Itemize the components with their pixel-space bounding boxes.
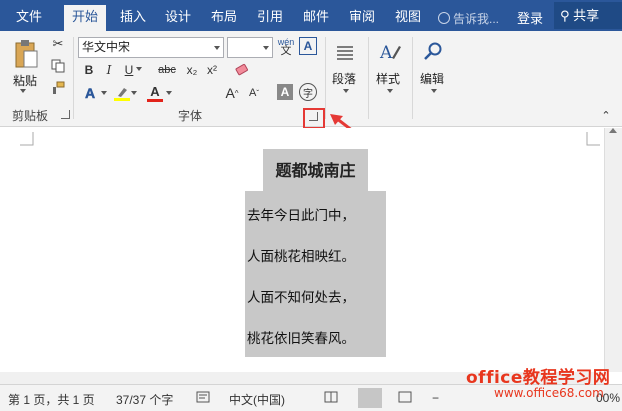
- highlight-color-icon[interactable]: [113, 83, 131, 103]
- annotation-highlight-box: [303, 108, 325, 129]
- margin-corner-mark: [20, 132, 34, 146]
- divider: [368, 37, 369, 119]
- strikethrough-button[interactable]: abc: [155, 61, 179, 79]
- font-name-combobox[interactable]: 华文中宋: [78, 37, 224, 58]
- font-color-dropdown[interactable]: [166, 91, 172, 95]
- font-color-label: A: [150, 83, 160, 99]
- grow-font-button[interactable]: A ^: [223, 83, 241, 103]
- divider: [325, 37, 326, 119]
- proofing-icon[interactable]: [196, 391, 210, 406]
- vertical-scrollbar[interactable]: [604, 128, 622, 372]
- character-shading-button[interactable]: A: [277, 84, 293, 100]
- page-count[interactable]: 第 1 页，共 1 页: [8, 391, 95, 408]
- scroll-up-icon[interactable]: [609, 128, 617, 133]
- phonetic-guide-icon: 文: [280, 45, 292, 57]
- poem-line: 人面不知何处去，: [247, 290, 355, 306]
- tab-review[interactable]: 审阅: [341, 6, 383, 31]
- superscript-button[interactable]: x²: [203, 61, 221, 79]
- tab-file[interactable]: 文件: [8, 6, 50, 31]
- highlight-dropdown[interactable]: [131, 91, 137, 95]
- editing-dropdown[interactable]: [431, 89, 437, 93]
- ribbon-tab-bar: 文件 开始 插入 设计 布局 引用 邮件 审阅 视图 告诉我... 登录 ⚲ 共…: [0, 0, 622, 31]
- styles-icon[interactable]: A: [375, 37, 405, 67]
- share-button[interactable]: ⚲ 共享: [554, 2, 622, 29]
- watermark-url: www.office68.com: [494, 386, 604, 400]
- poem-line: 桃花依旧笑春风。: [247, 331, 355, 347]
- italic-button[interactable]: I: [100, 61, 118, 79]
- watermark-title: office教程学习网: [466, 368, 611, 388]
- clipboard-dialog-launcher-icon[interactable]: [61, 110, 70, 119]
- language[interactable]: 中文(中国): [229, 391, 285, 408]
- phonetic-guide-button[interactable]: wén 文: [276, 37, 296, 57]
- enclose-characters-button[interactable]: 字: [299, 83, 317, 101]
- cut-icon[interactable]: ✂: [50, 36, 66, 52]
- styles-dropdown[interactable]: [387, 89, 393, 93]
- clear-formatting-icon[interactable]: [232, 60, 252, 80]
- shrink-font-button[interactable]: Aˇ: [245, 83, 263, 103]
- divider: [73, 37, 74, 119]
- text-effects-icon[interactable]: A: [80, 84, 100, 102]
- word-count[interactable]: 37/37 个字: [116, 391, 173, 408]
- poem-line: 去年今日此门中，: [247, 208, 355, 224]
- login-link[interactable]: 登录: [517, 8, 543, 27]
- tell-me-text: 告诉我...: [453, 12, 500, 26]
- grow-font-label: A: [225, 85, 235, 101]
- tab-mailings[interactable]: 邮件: [295, 6, 337, 31]
- lightbulb-icon: [438, 12, 450, 24]
- clipboard-group-label: 剪贴板: [12, 109, 49, 123]
- font-color-swatch: [147, 98, 163, 102]
- bold-button[interactable]: B: [80, 61, 98, 79]
- search-icon[interactable]: [418, 37, 448, 67]
- svg-text:A: A: [379, 43, 393, 63]
- tab-home[interactable]: 开始: [64, 5, 107, 31]
- margin-corner-mark: [586, 132, 600, 146]
- print-layout-icon[interactable]: [358, 388, 382, 408]
- paste-icon[interactable]: [10, 37, 42, 71]
- text-effects-dropdown[interactable]: [101, 91, 107, 95]
- paragraph-icon[interactable]: [330, 39, 360, 67]
- tab-layout[interactable]: 布局: [203, 6, 245, 31]
- web-layout-icon[interactable]: [398, 391, 412, 406]
- poem-body[interactable]: 去年今日此门中， 人面桃花相映红。 人面不知何处去， 桃花依旧笑春风。: [245, 191, 386, 357]
- poem-title[interactable]: 题都城南庄: [263, 149, 368, 191]
- paste-dropdown[interactable]: [20, 89, 26, 93]
- chevron-down-icon: [263, 46, 269, 50]
- zoom-out-icon[interactable]: −: [432, 391, 439, 405]
- collapse-ribbon-icon[interactable]: ⌃: [600, 109, 612, 122]
- styles-button[interactable]: 样式: [376, 70, 400, 87]
- editing-button[interactable]: 编辑: [420, 70, 444, 87]
- underline-dropdown[interactable]: [136, 67, 142, 71]
- font-color-button[interactable]: A: [146, 83, 164, 103]
- paste-label[interactable]: 粘贴: [13, 72, 37, 89]
- font-group-label: 字体: [178, 109, 203, 123]
- character-border-button[interactable]: A: [299, 37, 317, 55]
- read-mode-icon[interactable]: [324, 391, 338, 406]
- poem-line: 人面桃花相映红。: [247, 249, 355, 265]
- person-icon: ⚲: [560, 8, 570, 23]
- chevron-down-icon: [214, 46, 220, 50]
- shrink-font-label: A: [248, 87, 257, 99]
- format-painter-icon[interactable]: [50, 80, 66, 96]
- font-size-combobox[interactable]: [227, 37, 273, 58]
- font-name-value: 华文中宋: [82, 40, 131, 54]
- tab-design[interactable]: 设计: [157, 6, 199, 31]
- tab-view[interactable]: 视图: [387, 6, 429, 31]
- paragraph-button[interactable]: 段落: [332, 70, 356, 87]
- divider: [412, 37, 413, 119]
- share-label: 共享: [573, 8, 600, 23]
- tell-me-box[interactable]: 告诉我...: [438, 10, 499, 27]
- subscript-button[interactable]: x₂: [183, 61, 201, 79]
- paragraph-dropdown[interactable]: [343, 89, 349, 93]
- copy-icon[interactable]: [50, 58, 66, 74]
- tab-references[interactable]: 引用: [249, 6, 291, 31]
- tab-insert[interactable]: 插入: [112, 6, 154, 31]
